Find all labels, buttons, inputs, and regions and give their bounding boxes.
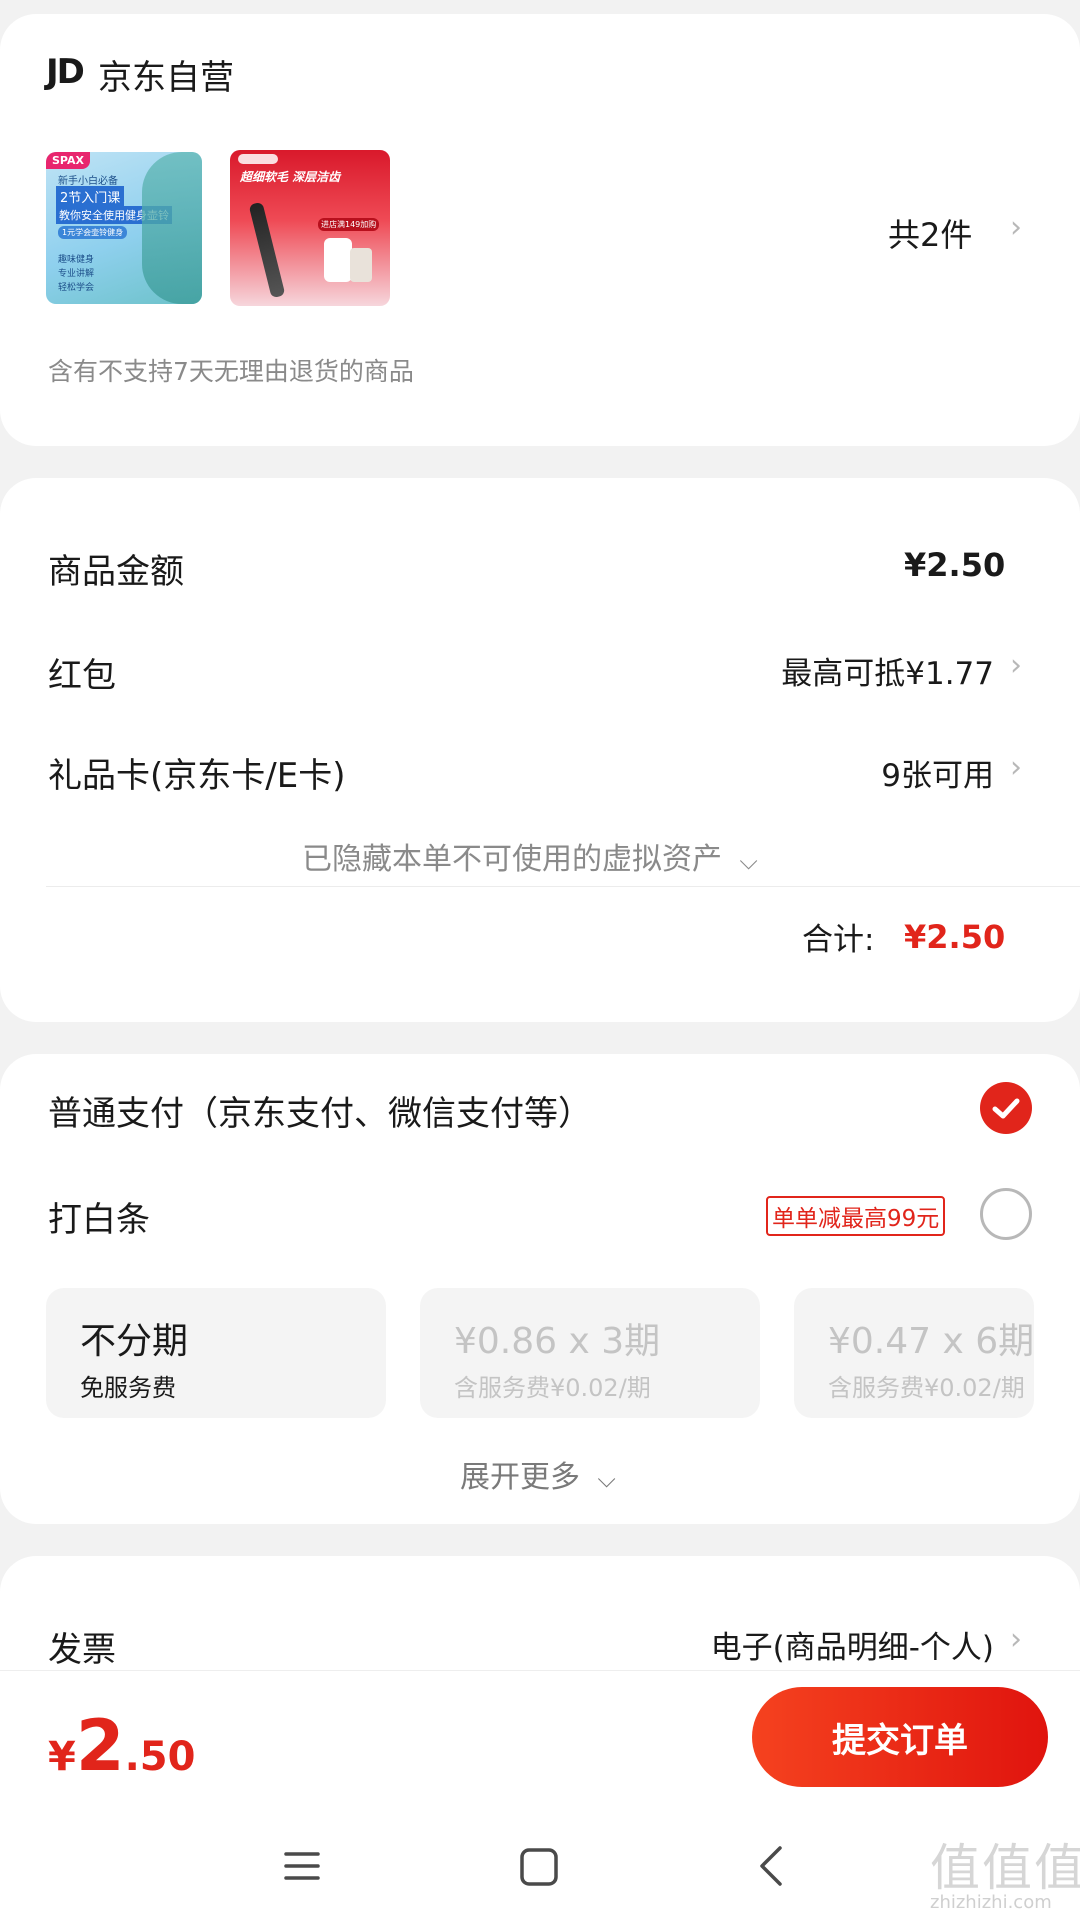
- submit-order-button[interactable]: 提交订单: [752, 1687, 1048, 1787]
- product-jar-shape: [350, 248, 372, 282]
- baitiao-label[interactable]: 打白条: [48, 1192, 150, 1241]
- price-decimal: .50: [124, 1734, 196, 1780]
- total-label: 合计:: [802, 922, 875, 958]
- bottom-submit-bar: ¥2.50 提交订单: [0, 1670, 1080, 1820]
- jd-logo: JD: [46, 52, 85, 92]
- invoice-label: 发票: [48, 1630, 116, 1670]
- check-circle-icon[interactable]: [980, 1082, 1032, 1134]
- home-icon[interactable]: [518, 1846, 560, 1892]
- expand-more-label: 展开更多: [460, 1460, 580, 1495]
- plan-subtitle: 免服务费: [80, 1374, 176, 1402]
- chevron-right-icon[interactable]: ›: [1010, 210, 1022, 245]
- product-thumbnail-kettlebell-course[interactable]: SPAX 新手小白必备 2节入门课 教你安全使用健身壶铃 1元学会壶铃健身 趣味…: [46, 152, 202, 304]
- plan-option-no-installment[interactable]: 不分期 免服务费: [46, 1288, 386, 1418]
- plan-subtitle: 含服务费¥0.02/期: [454, 1374, 651, 1402]
- amount-card: 商品金额 ¥2.50 红包 最高可抵¥1.77 › 礼品卡(京东卡/E卡) 9张…: [0, 478, 1080, 1022]
- product-tag-1: 趣味健身: [58, 255, 95, 265]
- hidden-assets-label: 已隐藏本单不可使用的虚拟资产: [302, 842, 722, 877]
- total-value: ¥2.50: [904, 918, 1006, 956]
- radio-circle-icon[interactable]: [980, 1188, 1032, 1240]
- toothbrush-shape: [248, 201, 286, 299]
- divider: [46, 886, 1080, 887]
- store-card: JD 京东自营 SPAX 新手小白必备 2节入门课 教你安全使用健身壶铃 1元学…: [0, 14, 1080, 446]
- watermark-glyphs: 值值值: [930, 1839, 1080, 1897]
- product-tag-3: 轻松学会: [58, 283, 95, 293]
- plan-subtitle: 含服务费¥0.02/期: [828, 1374, 1025, 1402]
- baitiao-promo-badge: 单单减最高99元: [766, 1196, 946, 1236]
- product-badge: SPAX: [46, 152, 90, 169]
- payment-card: 普通支付（京东支付、微信支付等） 打白条 单单减最高99元 不分期 免服务费 ¥…: [0, 1054, 1080, 1524]
- product-headline: 超细软毛 深层洁齿: [240, 170, 341, 184]
- system-nav-bar: 值值值 zhizhizhi.com: [0, 1820, 1080, 1924]
- plan-title: ¥0.86 x 3期: [454, 1321, 661, 1362]
- product-thumbnail-toothbrush[interactable]: 超细软毛 深层洁齿 进店满149加购: [230, 150, 390, 306]
- normal-payment-label[interactable]: 普通支付（京东支付、微信支付等）: [48, 1086, 592, 1135]
- red-packet-label: 红包: [48, 656, 116, 696]
- plan-option-6-installments[interactable]: ¥0.47 x 6期 含服务费¥0.02/期: [794, 1288, 1034, 1418]
- gift-card-label: 礼品卡(京东卡/E卡): [48, 756, 346, 796]
- product-line2: 2节入门课: [56, 186, 125, 207]
- watermark-site: zhizhizhi.com: [930, 1892, 1052, 1913]
- plan-title: 不分期: [80, 1321, 189, 1362]
- goods-amount-label: 商品金额: [48, 552, 184, 592]
- plan-option-3-installments[interactable]: ¥0.86 x 3期 含服务费¥0.02/期: [420, 1288, 760, 1418]
- invoice-value[interactable]: 电子(商品明细-个人): [711, 1622, 994, 1667]
- chevron-right-icon[interactable]: ›: [1010, 648, 1022, 683]
- price-integer: 2: [75, 1705, 125, 1787]
- product-line1: 新手小白必备: [58, 176, 118, 187]
- product-tag-2: 专业讲解: [58, 269, 95, 279]
- goods-amount-value: ¥2.50: [904, 546, 1006, 584]
- back-icon[interactable]: [756, 1844, 786, 1892]
- expand-more-toggle[interactable]: 展开更多 ⌵: [460, 1452, 616, 1496]
- product-promo: 进店满149加购: [318, 218, 380, 231]
- chevron-right-icon[interactable]: ›: [1010, 1622, 1022, 1657]
- figure-shape: [142, 152, 202, 304]
- plan-title: ¥0.47 x 6期: [828, 1321, 1034, 1362]
- menu-icon[interactable]: [282, 1846, 322, 1890]
- bottom-price: ¥2.50: [48, 1705, 195, 1787]
- product-line4: 1元学会壶铃健身: [58, 226, 128, 239]
- chevron-down-icon: ⌵: [739, 847, 758, 875]
- store-name: 京东自营: [98, 58, 234, 98]
- product-bottle-shape: [324, 238, 352, 282]
- item-count-link[interactable]: 共2件: [888, 210, 972, 256]
- chevron-down-icon: ⌵: [597, 1465, 616, 1493]
- hidden-assets-toggle[interactable]: 已隐藏本单不可使用的虚拟资产 ⌵: [302, 834, 758, 878]
- return-policy-notice: 含有不支持7天无理由退货的商品: [48, 357, 414, 386]
- red-packet-value[interactable]: 最高可抵¥1.77: [781, 648, 994, 693]
- gift-card-value[interactable]: 9张可用: [881, 750, 994, 795]
- price-currency: ¥: [48, 1734, 76, 1780]
- chevron-right-icon[interactable]: ›: [1010, 750, 1022, 785]
- brand-mark: [238, 154, 278, 164]
